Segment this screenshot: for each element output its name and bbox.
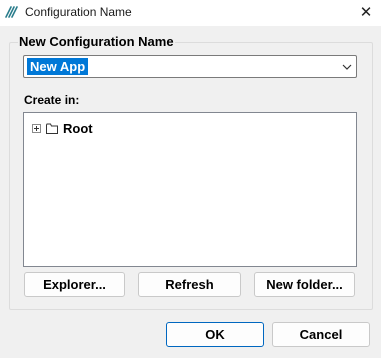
cancel-button[interactable]: Cancel — [272, 322, 370, 347]
configuration-name-combobox[interactable]: New App — [23, 55, 357, 78]
app-logo-icon — [5, 6, 18, 18]
title-bar[interactable]: Configuration Name ✕ — [0, 0, 381, 26]
chevron-down-icon[interactable] — [342, 62, 352, 72]
new-folder-button[interactable]: New folder... — [254, 272, 355, 297]
folder-icon — [46, 123, 58, 134]
close-button[interactable]: ✕ — [355, 1, 377, 23]
explorer-button[interactable]: Explorer... — [24, 272, 125, 297]
refresh-button[interactable]: Refresh — [138, 272, 241, 297]
ok-button[interactable]: OK — [166, 322, 264, 347]
create-in-label: Create in: — [24, 93, 80, 107]
tree-item-root[interactable]: Root — [32, 119, 93, 137]
group-title: New Configuration Name — [18, 34, 175, 49]
close-icon: ✕ — [359, 4, 373, 21]
folder-tree[interactable]: Root — [23, 112, 357, 267]
configuration-name-dialog: Configuration Name ✕ New Configuration N… — [0, 0, 381, 358]
expand-plus-icon[interactable] — [32, 123, 41, 133]
configuration-name-input[interactable]: New App — [27, 58, 89, 75]
tree-item-label: Root — [63, 120, 93, 136]
window-title: Configuration Name — [25, 5, 132, 19]
